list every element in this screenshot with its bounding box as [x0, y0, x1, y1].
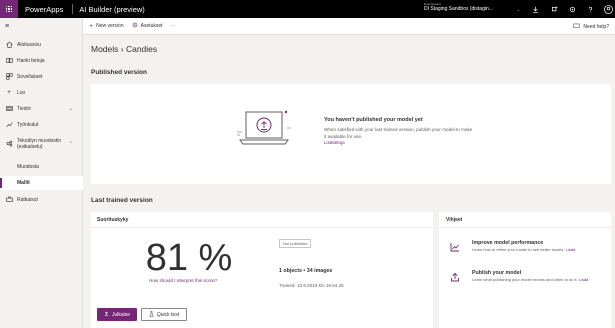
- sidebar-item-data[interactable]: Tiedot ⌄: [0, 102, 83, 116]
- chevron-up-icon: ⌃: [68, 141, 73, 147]
- download-icon[interactable]: [531, 5, 540, 14]
- tip-title: Publish your model: [472, 270, 522, 276]
- tip-improve-performance: Improve model performance Learn how to r…: [446, 239, 608, 263]
- flask-icon: [149, 310, 154, 319]
- sidebar-item-label: Sovellukset: [17, 74, 43, 80]
- sidebar-item-label: Tekoälyn muodostin (esikatselu): [17, 138, 62, 150]
- description-text: When satisfied with your last trained ve…: [324, 127, 473, 139]
- interpret-score-link[interactable]: How should I interpret this score?: [149, 278, 217, 283]
- divider: [72, 4, 74, 14]
- main-content: Models › Candies Published version You h…: [83, 35, 615, 328]
- tip-description: Learn what publishing your model means a…: [472, 277, 608, 283]
- top-bar: PowerApps AI Builder (preview) Environme…: [0, 0, 615, 18]
- hamburger-menu-icon[interactable]: ≡: [5, 23, 9, 30]
- solutions-icon: [5, 196, 13, 205]
- new-version-button[interactable]: + New version: [89, 23, 124, 30]
- sidebar-item-home[interactable]: Aloitussivu: [0, 38, 83, 52]
- left-navigation: ≡ Aloitussivu Hanki tietoja Sovellukset …: [0, 18, 83, 328]
- tips-card: Vihjeet Improve model performance Learn …: [439, 212, 611, 328]
- chat-icon: [573, 23, 581, 31]
- learn-more-link[interactable]: Lisätietoja: [324, 140, 345, 145]
- tip-publish-model: Publish your model Learn what publishing…: [446, 269, 608, 293]
- sidebar-item-label: Mallit: [17, 180, 30, 186]
- tips-heading: Vihjeet: [446, 217, 463, 223]
- tip-more-link[interactable]: Lisää: [566, 247, 576, 252]
- environment-value: DI Staging Sandbox (distagin...: [424, 6, 493, 12]
- settings-gear-icon[interactable]: [568, 5, 577, 14]
- chevron-down-icon: ⌄: [68, 106, 73, 112]
- sidebar-item-label: Aloitussivu: [17, 42, 41, 48]
- need-help-button[interactable]: Need help?: [573, 23, 609, 31]
- divider: [91, 227, 433, 228]
- gear-icon: [132, 22, 138, 30]
- sidebar-item-models[interactable]: Mallit: [0, 176, 83, 190]
- sidebar-item-flows[interactable]: Työnkulut: [0, 118, 83, 132]
- chart-line-icon: [449, 241, 461, 253]
- upload-icon: [104, 311, 109, 318]
- settings-button[interactable]: Asetukset: [132, 22, 163, 30]
- objects-images-count: 1 objects • 34 images: [279, 268, 333, 274]
- flow-icon: [5, 121, 13, 130]
- published-version-heading: Published version: [91, 69, 147, 76]
- publish-label: Julkaise: [111, 311, 131, 318]
- user-avatar[interactable]: [604, 5, 613, 14]
- sidebar-item-solutions[interactable]: Ratkaisut: [0, 193, 83, 207]
- sidebar-item-label: Tiedot: [17, 106, 31, 112]
- plus-icon: +: [89, 22, 94, 30]
- brand-name[interactable]: PowerApps: [25, 5, 63, 14]
- app-launcher-button[interactable]: [0, 0, 18, 18]
- sidebar-item-learn[interactable]: Hanki tietoja: [0, 54, 83, 68]
- sidebar-item-ai-builder[interactable]: Tekoälyn muodostin (esikatselu) ⌃: [0, 135, 83, 153]
- plus-icon: +: [7, 90, 11, 96]
- performance-heading: Suorituskyky: [97, 217, 129, 223]
- app-name: AI Builder (preview): [79, 4, 145, 14]
- performance-score: 81 %: [145, 237, 233, 279]
- need-help-label: Need help?: [583, 24, 609, 30]
- help-question-icon[interactable]: [586, 5, 595, 14]
- upload-icon: [449, 271, 461, 283]
- sidebar-item-label: Työnkulut: [17, 122, 39, 128]
- quick-test-button[interactable]: Quick test: [141, 308, 187, 321]
- tip-description-text: Learn what publishing your model means a…: [472, 277, 578, 282]
- divider: [439, 227, 611, 228]
- sidebar-item-apps[interactable]: Sovellukset: [0, 70, 83, 84]
- publish-button[interactable]: Julkaise: [97, 308, 137, 321]
- quick-test-label: Quick test: [156, 311, 180, 318]
- book-icon: [5, 57, 13, 66]
- waffle-icon: [5, 5, 13, 13]
- apps-icon: [5, 72, 13, 82]
- performance-card: Suorituskyky 81 % How should I interpret…: [91, 212, 433, 328]
- status-badge: Not published: [279, 239, 312, 248]
- last-trained-heading: Last trained version: [91, 197, 153, 204]
- sidebar-item-label: Muodosta: [17, 164, 39, 170]
- published-version-card: You haven't published your model yet Whe…: [91, 84, 611, 184]
- environment-picker[interactable]: Environment DI Staging Sandbox (distagin…: [424, 2, 520, 16]
- sidebar-item-build[interactable]: Muodosta: [0, 160, 83, 174]
- sidebar-item-create[interactable]: + Luo: [0, 86, 83, 100]
- home-icon: [5, 41, 13, 50]
- not-published-description: When satisfied with your last trained ve…: [324, 127, 474, 147]
- sidebar-item-label: Luo: [17, 90, 26, 96]
- not-published-title: You haven't published your model yet: [324, 117, 423, 123]
- tip-description: Learn how to refine your model to see be…: [472, 247, 608, 253]
- laptop-upload-illustration: [237, 110, 291, 145]
- more-options-button[interactable]: ···: [171, 23, 176, 29]
- sidebar-item-label: Ratkaisut: [17, 197, 38, 203]
- sidebar-item-label: Hanki tietoja: [17, 58, 45, 64]
- tip-description-text: Learn how to refine your model to see be…: [472, 247, 565, 252]
- command-bar: + New version Asetukset ··· Need help?: [83, 18, 615, 35]
- table-icon: [5, 105, 13, 114]
- brain-icon: [5, 140, 13, 149]
- tip-more-link[interactable]: Lisää: [579, 277, 589, 282]
- notifications-icon[interactable]: [550, 5, 559, 14]
- trained-timestamp: Trained: 10.6.2019 klo 19.54.25: [279, 283, 344, 288]
- chevron-down-icon: ⌄: [516, 7, 520, 12]
- new-version-label: New version: [96, 23, 124, 29]
- tip-title: Improve model performance: [472, 240, 544, 246]
- settings-label: Asetukset: [140, 23, 163, 29]
- breadcrumb[interactable]: Models › Candies: [91, 44, 157, 54]
